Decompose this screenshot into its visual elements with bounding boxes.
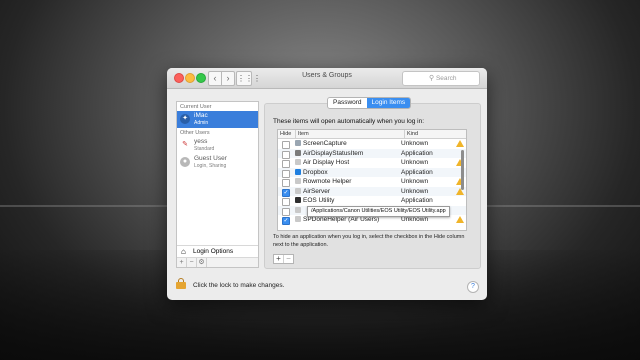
item-cell: Rowmote Helper (295, 177, 401, 187)
guest-avatar-icon: ● (180, 157, 190, 167)
avatar: ✦ (180, 114, 190, 124)
table-row[interactable]: ScreenCapture Unknown (278, 139, 466, 149)
hide-cell: ✓ (278, 215, 295, 225)
login-options-item[interactable]: ⌂ Login Options (177, 245, 258, 257)
kind-cell: Application (401, 149, 433, 157)
users-sidebar: Current User ✦ iMac Admin Other Users ✎ … (176, 101, 259, 268)
hide-cell (278, 158, 295, 168)
login-options-label: Login Options (193, 248, 234, 255)
item-name: SPDoneHelper (Air Users) (303, 216, 380, 223)
hide-cell (278, 177, 295, 187)
help-button[interactable]: ? (467, 281, 479, 293)
warning-icon (456, 216, 464, 223)
gear-icon[interactable]: ⚙ (197, 258, 207, 267)
app-icon (295, 159, 301, 165)
hide-checkbox[interactable]: ✓ (282, 217, 290, 225)
user-role: Standard (194, 146, 215, 152)
search-input[interactable]: ⚲ Search (402, 71, 480, 86)
add-item-button[interactable]: + (274, 255, 284, 263)
lock-body (176, 282, 186, 289)
item-cell: AirDisplayStatusItem (295, 149, 401, 159)
table-row[interactable]: EOS Utility Application (278, 196, 466, 206)
login-items-description: These items will open automatically when… (273, 118, 425, 125)
user-row-guest[interactable]: ● Guest User Login, Sharing (177, 154, 258, 171)
other-users-header: Other Users (180, 130, 210, 136)
item-name: Dropbox (303, 168, 328, 176)
tab-bar: Password Login Items (327, 97, 412, 109)
kind-cell: Application (401, 168, 433, 176)
column-hide[interactable]: Hide (278, 130, 296, 138)
user-role: Login, Sharing (194, 163, 227, 169)
user-row-imac[interactable]: ✦ iMac Admin (177, 111, 258, 128)
app-icon (295, 216, 301, 222)
item-name: AirServer (303, 187, 331, 195)
sidebar-footer: + − ⚙ (177, 257, 258, 267)
app-icon (295, 178, 301, 184)
add-user-button[interactable]: + (177, 258, 187, 267)
login-items-pane: These items will open automatically when… (264, 103, 481, 269)
remove-item-button[interactable]: − (284, 255, 293, 263)
add-remove-control: + − (273, 254, 294, 264)
user-name: yess (194, 138, 208, 145)
app-icon (295, 187, 301, 194)
table-row[interactable]: Rowmote Helper Unknown (278, 177, 466, 187)
user-name: Guest User (194, 155, 227, 162)
app-icon (295, 206, 301, 213)
column-kind[interactable]: Kind (405, 130, 466, 138)
tab-password[interactable]: Password (328, 98, 367, 108)
search-placeholder: Search (435, 75, 457, 82)
hide-cell (278, 206, 295, 216)
user-name: iMac (194, 112, 208, 119)
app-icon (295, 149, 301, 156)
tab-login-items[interactable]: Login Items (366, 98, 411, 108)
avatar: ✎ (180, 140, 190, 150)
item-name: Air Display Host (303, 159, 350, 166)
table-row[interactable]: AirDisplayStatusItem Application (278, 148, 466, 159)
item-cell: Air Display Host (295, 158, 401, 168)
app-icon (295, 168, 301, 175)
house-icon: ⌂ (181, 247, 186, 256)
table-row[interactable]: ✓ AirServer Unknown (278, 186, 466, 197)
warning-icon (456, 140, 464, 147)
item-cell: EOS Utility (295, 196, 401, 206)
item-cell: Dropbox (295, 168, 401, 178)
users-groups-window: ‹ › ⋮⋮⋮ Users & Groups ⚲ Search Current … (167, 68, 487, 300)
app-icon (295, 197, 301, 203)
hide-cell (278, 168, 295, 178)
table-scrollbar[interactable] (461, 150, 464, 190)
current-user-header: Current User (180, 104, 212, 110)
lock-text: Click the lock to make changes. (193, 282, 285, 289)
table-row[interactable]: Dropbox Application (278, 167, 466, 178)
title-bar[interactable]: ‹ › ⋮⋮⋮ Users & Groups ⚲ Search (167, 68, 487, 89)
path-tooltip: /Applications/Canon Utilities/EOS Utilit… (307, 206, 450, 217)
hide-cell: ✓ (278, 187, 295, 197)
table-header: Hide Item Kind (278, 130, 466, 139)
item-name: AirDisplayStatusItem (303, 149, 364, 157)
search-icon: ⚲ (429, 75, 435, 82)
item-cell: ScreenCapture (295, 139, 401, 149)
user-role: Admin (194, 120, 209, 126)
hide-cell (278, 149, 295, 159)
hide-cell (278, 139, 295, 149)
item-name: ScreenCapture (303, 140, 347, 147)
item-name: EOS Utility (303, 197, 335, 204)
lock-icon[interactable] (176, 278, 186, 289)
table-row[interactable]: Air Display Host Unknown (278, 158, 466, 168)
hide-cell (278, 196, 295, 206)
user-row-yess[interactable]: ✎ yess Standard (177, 137, 258, 154)
hide-hint-text: To hide an application when you log in, … (273, 234, 465, 248)
column-item[interactable]: Item (296, 130, 405, 138)
kind-cell: Application (401, 197, 433, 204)
item-name: Rowmote Helper (303, 178, 352, 185)
app-icon (295, 140, 301, 146)
remove-user-button[interactable]: − (187, 258, 197, 267)
item-cell: AirServer (295, 187, 401, 197)
